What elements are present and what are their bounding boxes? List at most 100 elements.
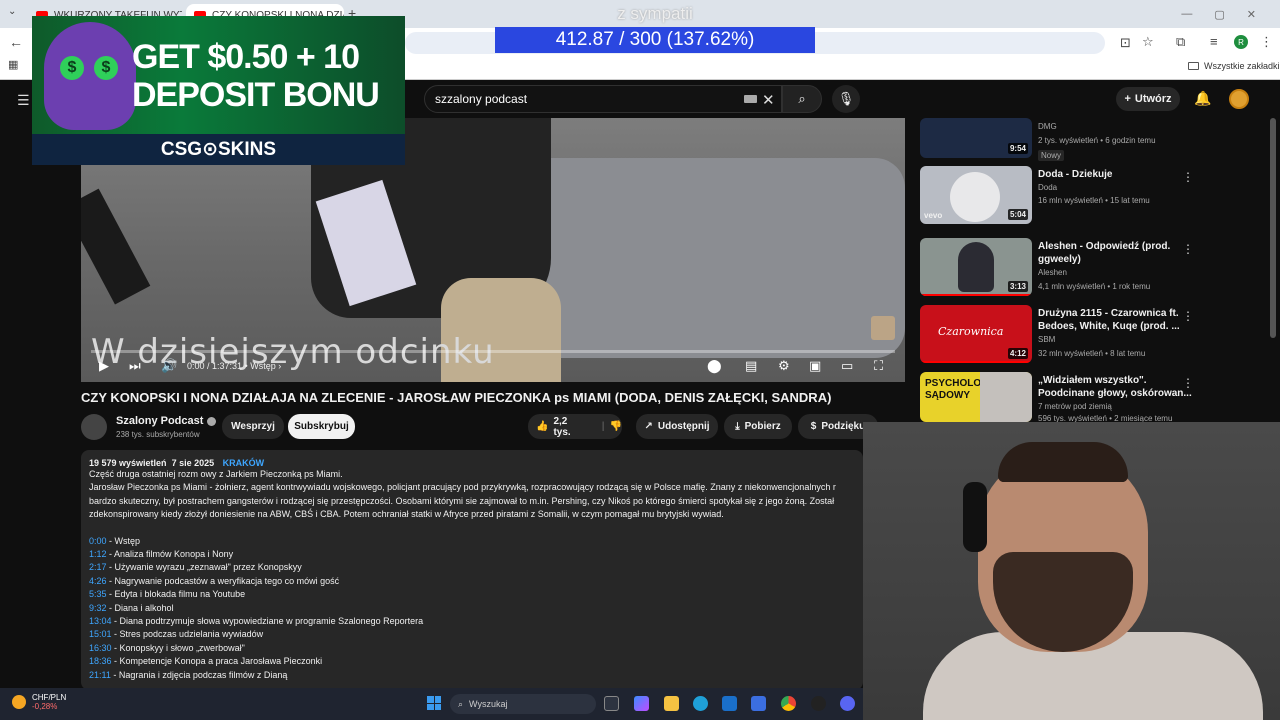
sidebar-scrollbar[interactable] xyxy=(1270,118,1276,338)
chapter-timestamp-link[interactable]: 13:04 xyxy=(89,616,112,626)
start-button-icon[interactable] xyxy=(427,696,441,710)
video-title-line2[interactable]: ggweely) xyxy=(1038,253,1258,266)
channel-name[interactable]: SBM xyxy=(1038,335,1055,344)
play-icon[interactable]: ▶ xyxy=(99,358,109,374)
chapter-timestamp-link[interactable]: 1:12 xyxy=(89,549,107,559)
channel-name[interactable]: 7 metrów pod ziemią xyxy=(1038,402,1112,411)
extensions-icon[interactable]: ⧉ xyxy=(1176,34,1185,50)
channel-name[interactable]: Szalony Podcast xyxy=(116,415,217,427)
recommended-video[interactable]: 3:13 Aleshen - Odpowiedź (prod. ggweely)… xyxy=(920,238,1260,302)
channel-name[interactable]: Aleshen xyxy=(1038,268,1067,277)
thumbs-down-icon[interactable]: 👎 xyxy=(610,421,622,432)
volume-icon[interactable]: 🔊 xyxy=(161,358,177,374)
outlook-icon[interactable] xyxy=(722,696,737,711)
recommended-video[interactable]: PSYCHOLOG SĄDOWY „Widziałem wszystko". P… xyxy=(920,372,1260,423)
store-icon[interactable] xyxy=(751,696,766,711)
chapter-label[interactable]: Wstęp xyxy=(250,361,276,371)
video-title-line2[interactable]: Poodcinane głowy, oskórowan... xyxy=(1038,387,1258,400)
chapter-timestamp-link[interactable]: 9:32 xyxy=(89,603,107,613)
video-description[interactable]: 19 579 wyświetleń 7 sie 2025 KRAKÓW Częś… xyxy=(81,450,863,690)
video-title[interactable]: „Widziałem wszystko". xyxy=(1038,374,1258,387)
more-options-icon[interactable]: ⋮ xyxy=(1182,376,1194,390)
chapter-timestamp-link[interactable]: 4:26 xyxy=(89,576,107,586)
video-title[interactable]: Drużyna 2115 - Czarownica ft. xyxy=(1038,307,1258,320)
more-options-icon[interactable]: ⋮ xyxy=(1182,309,1194,323)
close-window-icon[interactable]: ✕ xyxy=(1247,8,1256,21)
task-view-icon[interactable] xyxy=(604,696,619,711)
more-options-icon[interactable]: ⋮ xyxy=(1182,242,1194,256)
hashtag-link[interactable]: KRAKÓW xyxy=(223,458,265,468)
recommended-video[interactable]: Czarownica 4:12 Drużyna 2115 - Czarownic… xyxy=(920,305,1260,369)
channel-name[interactable]: Doda xyxy=(1038,183,1057,192)
apps-grid-icon[interactable]: ▦ xyxy=(8,58,18,71)
media-controls-icon[interactable]: ≡ xyxy=(1210,34,1218,49)
chrome-icon[interactable] xyxy=(781,696,796,711)
download-button[interactable]: ⤓ Pobierz xyxy=(724,414,792,439)
voice-search-button[interactable]: 🎙 xyxy=(832,85,860,113)
more-options-icon[interactable]: ⋮ xyxy=(1182,170,1194,184)
share-arrow-icon: ↗ xyxy=(644,421,653,432)
recommended-video[interactable]: vevo 5:04 Doda - Dziekuje Doda 16 mln wy… xyxy=(920,166,1260,230)
thumbnail-face xyxy=(980,372,1032,422)
keyboard-icon[interactable] xyxy=(744,95,757,103)
chapter-row: 9:32 - Diana i alkohol xyxy=(89,602,855,615)
taskbar-widget[interactable]: CHF/PLN -0,28% xyxy=(12,693,66,711)
chapter-timestamp-link[interactable]: 5:35 xyxy=(89,589,107,599)
chapter-row: 13:04 - Diana podtrzymuje słowa wypowied… xyxy=(89,615,855,628)
chapter-row: 18:36 - Kompetencje Konopa a praca Jaros… xyxy=(89,655,855,668)
chapter-row: 5:35 - Edyta i blokada filmu na Youtube xyxy=(89,588,855,601)
copilot-icon[interactable] xyxy=(634,696,649,711)
channel-name[interactable]: DMG xyxy=(1038,122,1057,131)
fullscreen-icon[interactable]: ⛶ xyxy=(874,358,883,374)
support-button[interactable]: Wesprzyj xyxy=(222,414,284,439)
progress-bar[interactable] xyxy=(91,350,895,353)
back-icon[interactable]: ← xyxy=(9,34,23,50)
search-input[interactable]: szzalony podcast xyxy=(424,85,782,113)
browser-profile-avatar[interactable]: R xyxy=(1234,35,1248,49)
search-button[interactable]: ⌕ xyxy=(782,85,822,113)
chapter-timestamp-link[interactable]: 0:00 xyxy=(89,536,107,546)
video-title[interactable]: Aleshen - Odpowiedź (prod. xyxy=(1038,240,1258,253)
tab-list-icon[interactable]: ⌄ xyxy=(8,6,16,17)
install-app-icon[interactable]: ⊡ xyxy=(1120,35,1131,51)
video-meta: 32 mln wyświetleń • 8 lat temu xyxy=(1038,349,1146,358)
video-thumbnail[interactable]: 3:13 xyxy=(920,238,1032,296)
video-thumbnail[interactable]: vevo 5:04 xyxy=(920,166,1032,224)
chapter-timestamp-link[interactable]: 18:36 xyxy=(89,656,112,666)
chapter-timestamp-link[interactable]: 21:11 xyxy=(89,670,111,680)
subscribe-button[interactable]: Subskrybuj xyxy=(288,414,355,439)
thumbnail-figure xyxy=(958,242,994,292)
bookmark-star-icon[interactable]: ☆ xyxy=(1142,34,1154,50)
theater-mode-icon[interactable]: ▭ xyxy=(841,358,853,374)
recommended-video[interactable]: 9:54 DMG 2 tys. wyświetleń • 6 godzin te… xyxy=(920,100,1260,164)
subtitles-icon[interactable]: ▤ xyxy=(745,358,757,374)
maximize-icon[interactable]: ▢ xyxy=(1214,8,1224,21)
miniplayer-icon[interactable]: ▣ xyxy=(809,358,821,374)
like-button[interactable]: 👍 2,2 tys. | 👎 xyxy=(528,414,622,439)
chapter-timestamp-link[interactable]: 16:30 xyxy=(89,643,112,653)
edge-icon[interactable] xyxy=(693,696,708,711)
headset xyxy=(963,482,987,552)
channel-watermark[interactable] xyxy=(871,316,895,340)
discord-icon[interactable] xyxy=(840,696,855,711)
browser-menu-icon[interactable]: ⋮ xyxy=(1260,34,1273,50)
chapter-timestamp-link[interactable]: 15:01 xyxy=(89,629,112,639)
video-thumbnail[interactable]: Czarownica 4:12 xyxy=(920,305,1032,363)
taskbar-search[interactable]: ⌕ Wyszukaj xyxy=(450,694,596,714)
minimize-icon[interactable]: — xyxy=(1181,8,1192,20)
video-title-line2[interactable]: Bedoes, White, Kuqe (prod. ... xyxy=(1038,320,1258,333)
channel-avatar[interactable] xyxy=(81,414,107,440)
file-explorer-icon[interactable] xyxy=(664,696,679,711)
video-thumbnail[interactable]: 9:54 xyxy=(920,118,1032,158)
chapter-timestamp-link[interactable]: 2:17 xyxy=(89,562,107,572)
video-title[interactable]: Doda - Dziekuje xyxy=(1038,168,1258,181)
share-button[interactable]: ↗ Udostępnij xyxy=(636,414,718,439)
autoplay-toggle-icon[interactable]: ⬤ xyxy=(707,358,722,374)
all-bookmarks[interactable]: Wszystkie zakładki xyxy=(1188,61,1280,71)
settings-gear-icon[interactable]: ⚙ xyxy=(778,358,790,374)
video-thumbnail[interactable]: PSYCHOLOG SĄDOWY xyxy=(920,372,1032,422)
next-icon[interactable]: ⏭ xyxy=(129,358,141,374)
clear-search-icon[interactable]: ✕ xyxy=(762,91,775,109)
obs-icon[interactable] xyxy=(811,696,826,711)
guide-menu-icon[interactable]: ☰ xyxy=(17,92,30,109)
